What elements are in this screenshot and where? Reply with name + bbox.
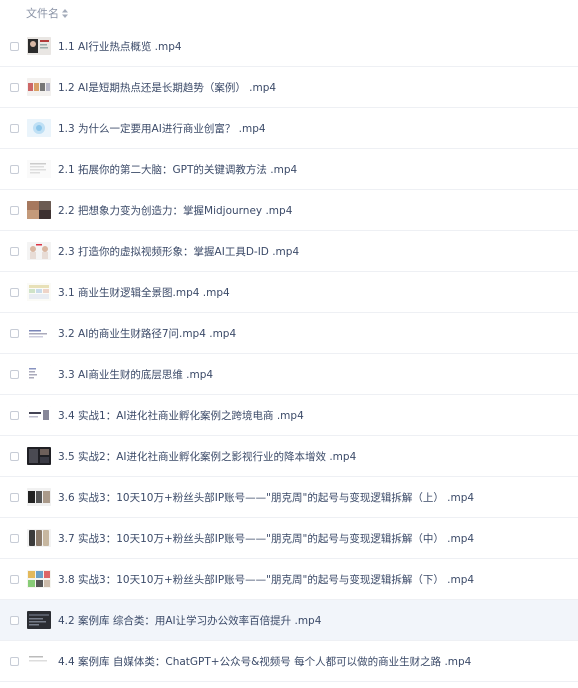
file-name-link[interactable]: 3.2 AI的商业生财路径7问.mp4 .mp4	[58, 326, 236, 341]
video-thumbnail-icon[interactable]	[27, 201, 51, 219]
video-thumbnail-icon[interactable]	[27, 242, 51, 260]
video-thumbnail-icon[interactable]	[27, 283, 51, 301]
file-list-header: 文件名	[0, 0, 578, 26]
row-checkbox[interactable]	[10, 164, 19, 174]
file-row[interactable]: 1.1 AI行业热点概览 .mp4	[0, 26, 578, 67]
video-thumbnail-icon[interactable]	[27, 406, 51, 424]
video-thumbnail-icon[interactable]	[27, 611, 51, 629]
sort-icon[interactable]	[62, 8, 68, 18]
video-thumbnail-icon[interactable]	[27, 652, 51, 670]
file-name-link[interactable]: 4.2 案例库 综合类：用AI让学习办公效率百倍提升 .mp4	[58, 613, 321, 628]
row-checkbox[interactable]	[10, 246, 19, 256]
file-name-link[interactable]: 2.3 打造你的虚拟视频形象：掌握AI工具D-ID .mp4	[58, 244, 299, 259]
file-name-link[interactable]: 1.2 AI是短期热点还是长期趋势（案例） .mp4	[58, 80, 276, 95]
row-checkbox[interactable]	[10, 123, 19, 133]
file-row[interactable]: 3.5 实战2：AI进化社商业孵化案例之影视行业的降本增效 .mp4	[0, 436, 578, 477]
row-checkbox[interactable]	[10, 615, 19, 625]
file-name-link[interactable]: 1.3 为什么一定要用AI进行商业创富？ .mp4	[58, 121, 266, 136]
filename-column-header[interactable]: 文件名	[26, 5, 68, 21]
file-name-link[interactable]: 4.4 案例库 自媒体类：ChatGPT+公众号&视频号 每个人都可以做的商业生…	[58, 654, 471, 669]
file-row[interactable]: 3.8 实战3：10天10万+粉丝头部IP账号——"朋克周"的起号与变现逻辑拆解…	[0, 559, 578, 600]
file-row[interactable]: 2.1 拓展你的第二大脑：GPT的关键调教方法 .mp4	[0, 149, 578, 190]
file-row[interactable]: 4.2 案例库 综合类：用AI让学习办公效率百倍提升 .mp4	[0, 600, 578, 641]
file-name-link[interactable]: 3.1 商业生财逻辑全景图.mp4 .mp4	[58, 285, 230, 300]
file-name-link[interactable]: 2.1 拓展你的第二大脑：GPT的关键调教方法 .mp4	[58, 162, 297, 177]
row-checkbox[interactable]	[10, 41, 19, 51]
file-name-link[interactable]: 3.6 实战3：10天10万+粉丝头部IP账号——"朋克周"的起号与变现逻辑拆解…	[58, 490, 474, 505]
file-name-link[interactable]: 3.7 实战3：10天10万+粉丝头部IP账号——"朋克周"的起号与变现逻辑拆解…	[58, 531, 474, 546]
file-name-link[interactable]: 3.4 实战1：AI进化社商业孵化案例之跨境电商 .mp4	[58, 408, 304, 423]
file-row[interactable]: 4.4 案例库 自媒体类：ChatGPT+公众号&视频号 每个人都可以做的商业生…	[0, 641, 578, 682]
file-row[interactable]: 3.4 实战1：AI进化社商业孵化案例之跨境电商 .mp4	[0, 395, 578, 436]
file-row[interactable]: 1.2 AI是短期热点还是长期趋势（案例） .mp4	[0, 67, 578, 108]
video-thumbnail-icon[interactable]	[27, 78, 51, 96]
file-name-link[interactable]: 3.5 实战2：AI进化社商业孵化案例之影视行业的降本增效 .mp4	[58, 449, 356, 464]
row-checkbox[interactable]	[10, 492, 19, 502]
video-thumbnail-icon[interactable]	[27, 488, 51, 506]
file-row[interactable]: 2.2 把想象力变为创造力：掌握Midjourney .mp4	[0, 190, 578, 231]
row-checkbox[interactable]	[10, 287, 19, 297]
video-thumbnail-icon[interactable]	[27, 160, 51, 178]
video-thumbnail-icon[interactable]	[27, 324, 51, 342]
file-row[interactable]: 3.1 商业生财逻辑全景图.mp4 .mp4	[0, 272, 578, 313]
file-row[interactable]: 3.7 实战3：10天10万+粉丝头部IP账号——"朋克周"的起号与变现逻辑拆解…	[0, 518, 578, 559]
row-checkbox[interactable]	[10, 82, 19, 92]
file-name-link[interactable]: 3.3 AI商业生财的底层思维 .mp4	[58, 367, 213, 382]
video-thumbnail-icon[interactable]	[27, 570, 51, 588]
video-thumbnail-icon[interactable]	[27, 119, 51, 137]
file-row[interactable]: 3.6 实战3：10天10万+粉丝头部IP账号——"朋克周"的起号与变现逻辑拆解…	[0, 477, 578, 518]
file-name-link[interactable]: 3.8 实战3：10天10万+粉丝头部IP账号——"朋克周"的起号与变现逻辑拆解…	[58, 572, 474, 587]
row-checkbox[interactable]	[10, 410, 19, 420]
row-checkbox[interactable]	[10, 205, 19, 215]
row-checkbox[interactable]	[10, 533, 19, 543]
row-checkbox[interactable]	[10, 328, 19, 338]
video-thumbnail-icon[interactable]	[27, 529, 51, 547]
file-name-link[interactable]: 1.1 AI行业热点概览 .mp4	[58, 39, 182, 54]
file-name-link[interactable]: 2.2 把想象力变为创造力：掌握Midjourney .mp4	[58, 203, 292, 218]
row-checkbox[interactable]	[10, 451, 19, 461]
video-thumbnail-icon[interactable]	[27, 37, 51, 55]
video-thumbnail-icon[interactable]	[27, 447, 51, 465]
row-checkbox[interactable]	[10, 574, 19, 584]
file-row[interactable]: 2.3 打造你的虚拟视频形象：掌握AI工具D-ID .mp4	[0, 231, 578, 272]
filename-column-label: 文件名	[26, 7, 59, 20]
video-thumbnail-icon[interactable]	[27, 365, 51, 383]
row-checkbox[interactable]	[10, 656, 19, 666]
file-row[interactable]: 3.3 AI商业生财的底层思维 .mp4	[0, 354, 578, 395]
file-row[interactable]: 1.3 为什么一定要用AI进行商业创富？ .mp4	[0, 108, 578, 149]
row-checkbox[interactable]	[10, 369, 19, 379]
file-list: 1.1 AI行业热点概览 .mp4 1.2 AI是短期热点还是长期趋势（案例） .…	[0, 26, 578, 682]
file-row[interactable]: 3.2 AI的商业生财路径7问.mp4 .mp4	[0, 313, 578, 354]
